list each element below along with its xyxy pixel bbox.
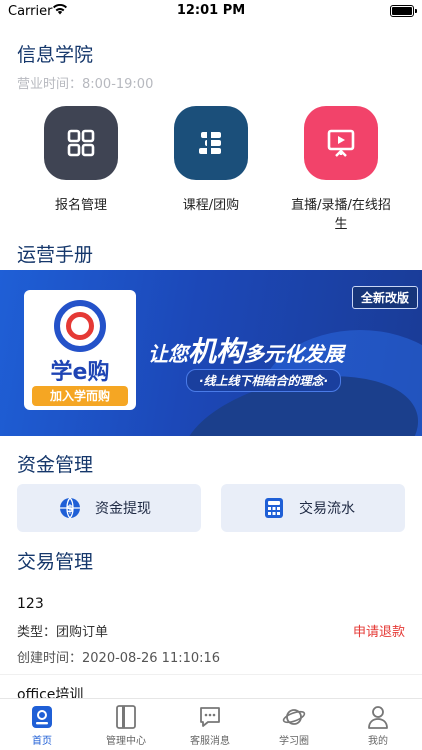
transaction-type: 类型：团购订单 [17, 625, 109, 640]
tab-messages-label: 客服消息 [190, 736, 230, 747]
enrollment-button[interactable] [44, 106, 118, 180]
funds-section-title: 资金管理 [17, 454, 94, 476]
user-icon [368, 706, 388, 729]
tab-home[interactable]: 首页 [0, 699, 84, 750]
book-icon [116, 705, 136, 729]
transaction-log-button[interactable]: 交易流水 [221, 484, 405, 532]
presentation-icon [327, 129, 355, 157]
logo-ring-inner [66, 312, 94, 340]
slogan-strong: 机构 [188, 335, 245, 368]
new-version-badge: 全新改版 [351, 286, 418, 309]
transaction-name: 123 [17, 596, 44, 612]
divider [0, 674, 422, 675]
dollar-globe-icon: $ [60, 497, 80, 519]
grid-icon [67, 129, 95, 157]
tab-profile[interactable]: 我的 [336, 699, 420, 750]
promo-banner[interactable]: 学e购 加入学而购 全新改版 让您机构多元化发展 ·线上线下相结合的理念· [0, 270, 422, 436]
transaction-created-time: 创建时间：2020-08-26 11:10:16 [17, 651, 221, 666]
logo-text: 学e购 [50, 360, 110, 385]
business-hours: 营业时间：8:00-19:00 [17, 77, 154, 92]
slogan-suffix: 多元化发展 [244, 342, 345, 366]
tab-management-label: 管理中心 [106, 736, 146, 747]
course-groupbuy-label: 课程/团购 [182, 198, 240, 213]
page-title: 信息学院 [17, 44, 94, 66]
status-bar: Carrier 12:01 PM [0, 0, 422, 24]
live-recorded-label: 直播/录播/在线招生 [291, 198, 391, 232]
clock: 12:01 PM [176, 3, 246, 18]
battery-icon [390, 5, 417, 17]
slogan-prefix: 让您 [148, 342, 188, 366]
tab-management[interactable]: 管理中心 [84, 699, 168, 750]
chat-icon [200, 707, 220, 727]
tab-home-label: 首页 [32, 736, 52, 747]
banner-subtitle: ·线上线下相结合的理念· [186, 369, 342, 392]
refund-request-status[interactable]: 申请退款 [353, 621, 405, 640]
tab-learning-circle[interactable]: 学习圈 [252, 699, 336, 750]
enrollment-label: 报名管理 [54, 198, 107, 213]
live-recorded-button[interactable] [304, 106, 378, 180]
course-groupbuy-button[interactable] [174, 106, 248, 180]
banner-slogan: 让您机构多元化发展 [148, 330, 344, 370]
logo-tag: 加入学而购 [32, 386, 128, 406]
withdraw-button[interactable]: $ 资金提现 [17, 484, 201, 532]
manual-section-title: 运营手册 [17, 244, 94, 266]
transactions-section-title: 交易管理 [17, 551, 94, 573]
course-icon [199, 132, 221, 154]
withdraw-label: 资金提现 [95, 501, 151, 517]
tab-profile-label: 我的 [368, 736, 388, 747]
tab-bar: 首页 管理中心 客服消息 学习圈 我的 [0, 698, 422, 750]
transaction-log-label: 交易流水 [299, 501, 355, 517]
brand-logo: 学e购 加入学而购 [24, 290, 136, 410]
tab-messages[interactable]: 客服消息 [168, 699, 252, 750]
home-icon [32, 706, 52, 728]
calculator-icon [265, 498, 283, 518]
svg-text:$: $ [66, 502, 74, 515]
tab-learning-circle-label: 学习圈 [279, 736, 309, 747]
planet-icon [282, 709, 306, 725]
